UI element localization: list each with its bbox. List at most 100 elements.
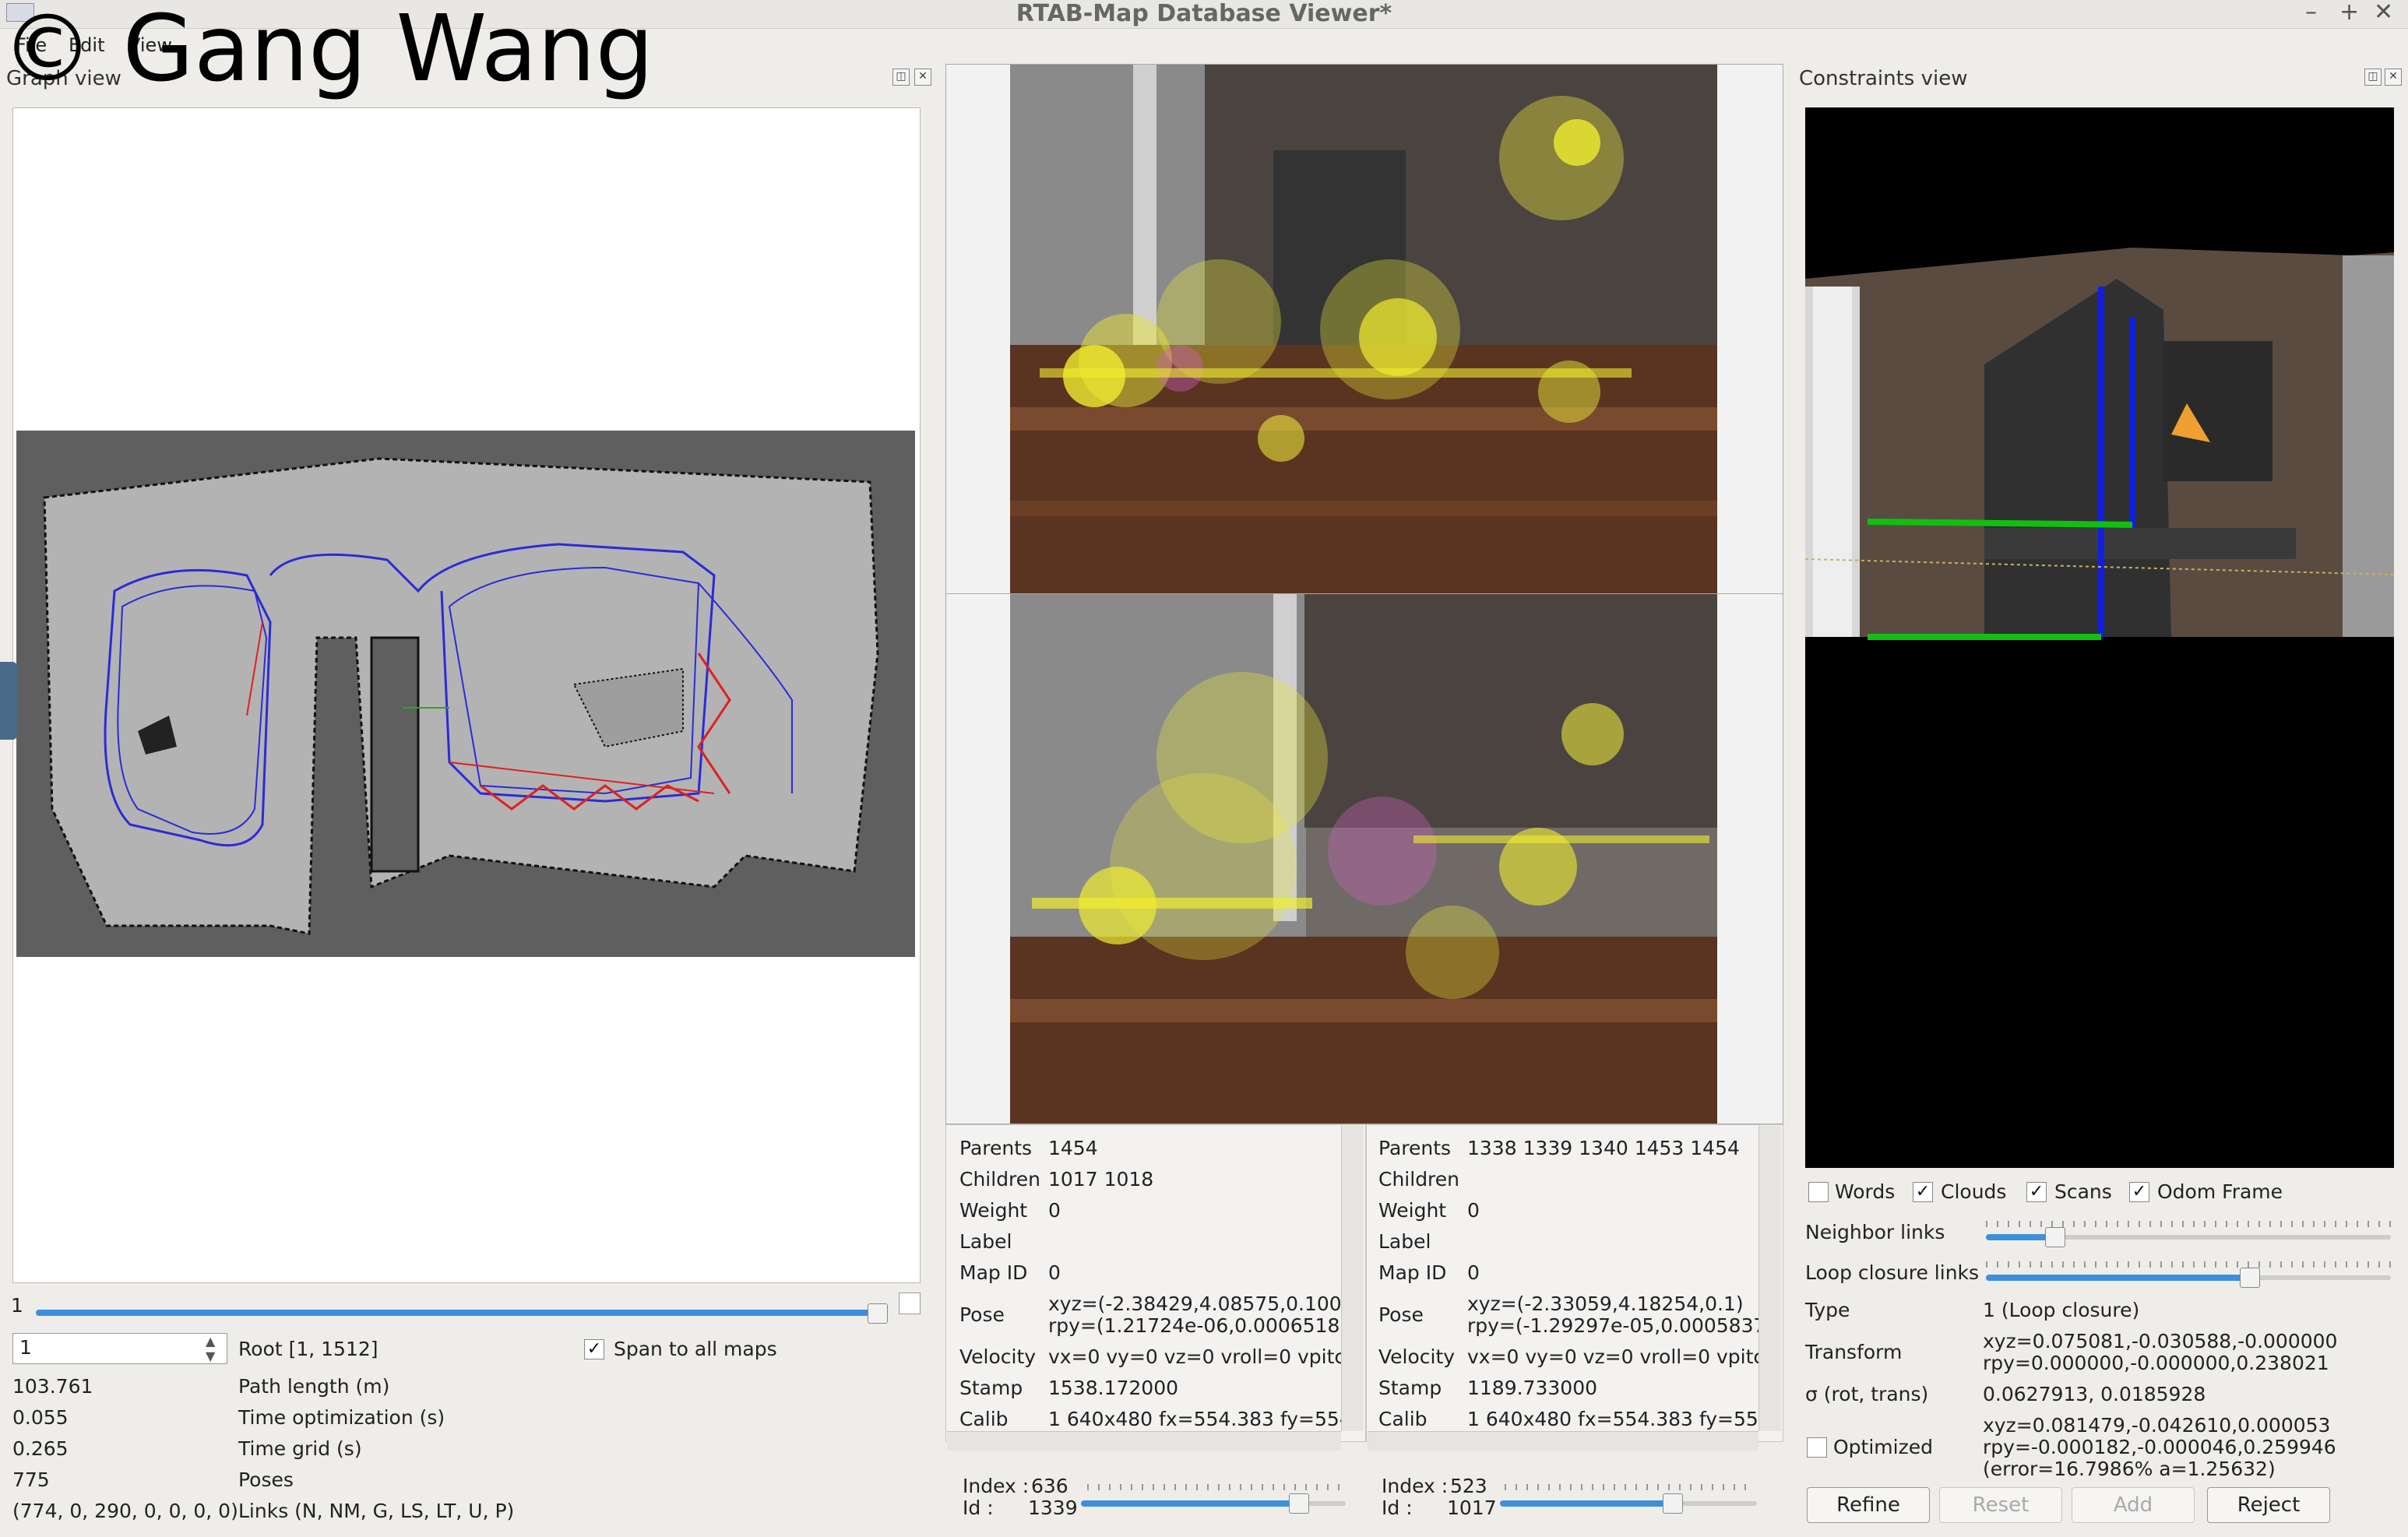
graph-slider-track[interactable] (36, 1310, 882, 1316)
reject-button[interactable]: Reject (2207, 1487, 2330, 1523)
field-label: Velocity (959, 1345, 1037, 1368)
graph-option-checkbox[interactable] (899, 1293, 921, 1314)
odom-frame-label: Odom Frame (2157, 1180, 2283, 1203)
constraint-scene (1804, 248, 2395, 640)
stat-label: Links (N, NM, G, LS, LT, U, P) (238, 1500, 515, 1522)
sigma-label: σ (rot, trans) (1805, 1383, 1929, 1405)
clouds-checkbox[interactable]: ✓ (1913, 1182, 1933, 1202)
field-label: Map ID (1378, 1261, 1447, 1284)
field-label: Pose (959, 1303, 1005, 1326)
clouds-label: Clouds (1941, 1180, 2007, 1203)
field-label: Label (1378, 1230, 1431, 1253)
index-label: Index : (963, 1475, 1030, 1497)
optimized-label: Optimized (1833, 1436, 1933, 1458)
loop-closure-links-label: Loop closure links (1805, 1261, 1980, 1284)
span-to-all-maps-label: Span to all maps (614, 1338, 777, 1360)
id-value: 1339 (1028, 1497, 1078, 1519)
node-b-slider-fill (1500, 1500, 1672, 1507)
slider-ticks (1087, 1484, 1343, 1490)
field-label: Weight (1378, 1199, 1447, 1222)
float-icon[interactable]: ◫ (892, 69, 910, 86)
index-label: Index : (1382, 1475, 1449, 1497)
refine-button[interactable]: Refine (1807, 1487, 1930, 1523)
close-button[interactable]: ✕ (2374, 0, 2393, 25)
slider-ticks (1505, 1484, 1752, 1490)
words-label: Words (1835, 1180, 1896, 1203)
slider-ticks (1986, 1261, 2391, 1268)
span-to-all-maps-checkbox[interactable]: ✓ (584, 1339, 604, 1359)
field-value: 1 640x480 fx=554.383 fy=554 (1048, 1408, 1341, 1430)
node-a-slider-handle[interactable] (1289, 1493, 1309, 1514)
node-b-slider-handle[interactable] (1663, 1493, 1683, 1514)
field-value: 1538.172000 (1048, 1377, 1179, 1399)
close-icon[interactable]: ✕ (914, 69, 931, 86)
optimized-value: (error=16.7986% a=1.25632) (1983, 1458, 2276, 1480)
float-icon[interactable]: ◫ (2364, 69, 2382, 86)
constraints-3d-view[interactable] (1804, 107, 2395, 1168)
node-a-horizontal-scrollbar[interactable] (947, 1431, 1341, 1451)
node-a-slider-fill (1081, 1500, 1298, 1507)
root-spinbox[interactable]: 1 (12, 1333, 227, 1364)
optimized-checkbox[interactable] (1807, 1437, 1827, 1458)
field-label: Weight (959, 1199, 1028, 1222)
scans-checkbox[interactable]: ✓ (2026, 1182, 2047, 1202)
field-value: 1017 1018 (1048, 1168, 1154, 1191)
reset-button[interactable]: Reset (1939, 1487, 2062, 1523)
spin-arrows-icon[interactable]: ▲ ▼ (206, 1334, 215, 1363)
maximize-button[interactable]: + (2339, 0, 2359, 25)
odom-frame-checkbox[interactable]: ✓ (2129, 1182, 2149, 1202)
stat-label: Poses (238, 1468, 294, 1491)
occupancy-grid-map[interactable] (13, 108, 920, 1282)
field-label: Children (959, 1168, 1041, 1191)
field-label: Pose (1378, 1303, 1424, 1326)
index-value: 523 (1450, 1475, 1487, 1497)
node-b-vertical-scrollbar[interactable] (1758, 1126, 1781, 1431)
optimized-value: xyz=0.081479,-0.042610,0.000053 (1983, 1414, 2331, 1437)
close-icon[interactable]: ✕ (2385, 69, 2402, 86)
loop-closure-links-handle[interactable] (2240, 1268, 2260, 1288)
stat-value: 103.761 (12, 1375, 93, 1398)
words-checkbox[interactable] (1808, 1182, 1829, 1202)
image-view-top[interactable] (945, 64, 1783, 595)
field-label: Calib (1378, 1408, 1428, 1430)
field-label: Stamp (959, 1377, 1023, 1399)
field-value: 1 640x480 fx=554.383 fy=554 (1467, 1408, 1760, 1430)
field-value: vx=0 vy=0 vz=0 vroll=0 vpitch (1467, 1345, 1760, 1368)
image-view-bottom[interactable] (945, 593, 1783, 1124)
field-value: 0 (1467, 1261, 1480, 1284)
stat-label: Time grid (s) (238, 1437, 362, 1460)
graph-slider-handle[interactable] (868, 1303, 888, 1324)
field-value: 0 (1467, 1199, 1480, 1222)
stat-value: (774, 0, 290, 0, 0, 0, 0) (12, 1500, 238, 1522)
slider-ticks (1986, 1221, 2391, 1227)
stat-value: 775 (12, 1468, 50, 1491)
scans-label: Scans (2054, 1180, 2112, 1203)
field-label: Children (1378, 1168, 1460, 1191)
camera-image-top (1010, 65, 1717, 594)
graph-view-canvas[interactable] (12, 107, 921, 1283)
neighbor-links-label: Neighbor links (1805, 1221, 1945, 1243)
field-value: xyz=(-2.38429,4.08575,0.1000 (1048, 1293, 1341, 1315)
root-label: Root [1, 1512] (238, 1338, 378, 1360)
field-label: Velocity (1378, 1345, 1456, 1368)
dock-expand-handle[interactable] (0, 662, 17, 740)
field-value: vx=0 vy=0 vz=0 vroll=0 vpitch (1048, 1345, 1341, 1368)
field-label: Label (959, 1230, 1012, 1253)
field-label: Stamp (1378, 1377, 1442, 1399)
neighbor-links-handle[interactable] (2045, 1227, 2065, 1247)
add-button[interactable]: Add (2072, 1487, 2195, 1523)
transform-value: rpy=0.000000,-0.000000,0.238021 (1983, 1352, 2329, 1374)
node-a-vertical-scrollbar[interactable] (1341, 1126, 1364, 1431)
camera-image-bottom (1010, 594, 1717, 1124)
stat-value: 0.055 (12, 1406, 69, 1429)
field-value: rpy=(-1.29297e-05,0.00058378 (1467, 1314, 1760, 1337)
field-value: 1454 (1048, 1137, 1098, 1159)
transform-value: xyz=0.075081,-0.030588,-0.000000 (1983, 1330, 2338, 1352)
id-value: 1017 (1447, 1497, 1497, 1519)
transform-label: Transform (1805, 1341, 1903, 1363)
constraints-view-title: Constraints view (1799, 67, 1968, 90)
stat-label: Path length (m) (238, 1375, 390, 1398)
type-value: 1 (Loop closure) (1983, 1299, 2140, 1321)
node-b-horizontal-scrollbar[interactable] (1368, 1431, 1758, 1451)
minimize-button[interactable]: – (2305, 0, 2317, 25)
